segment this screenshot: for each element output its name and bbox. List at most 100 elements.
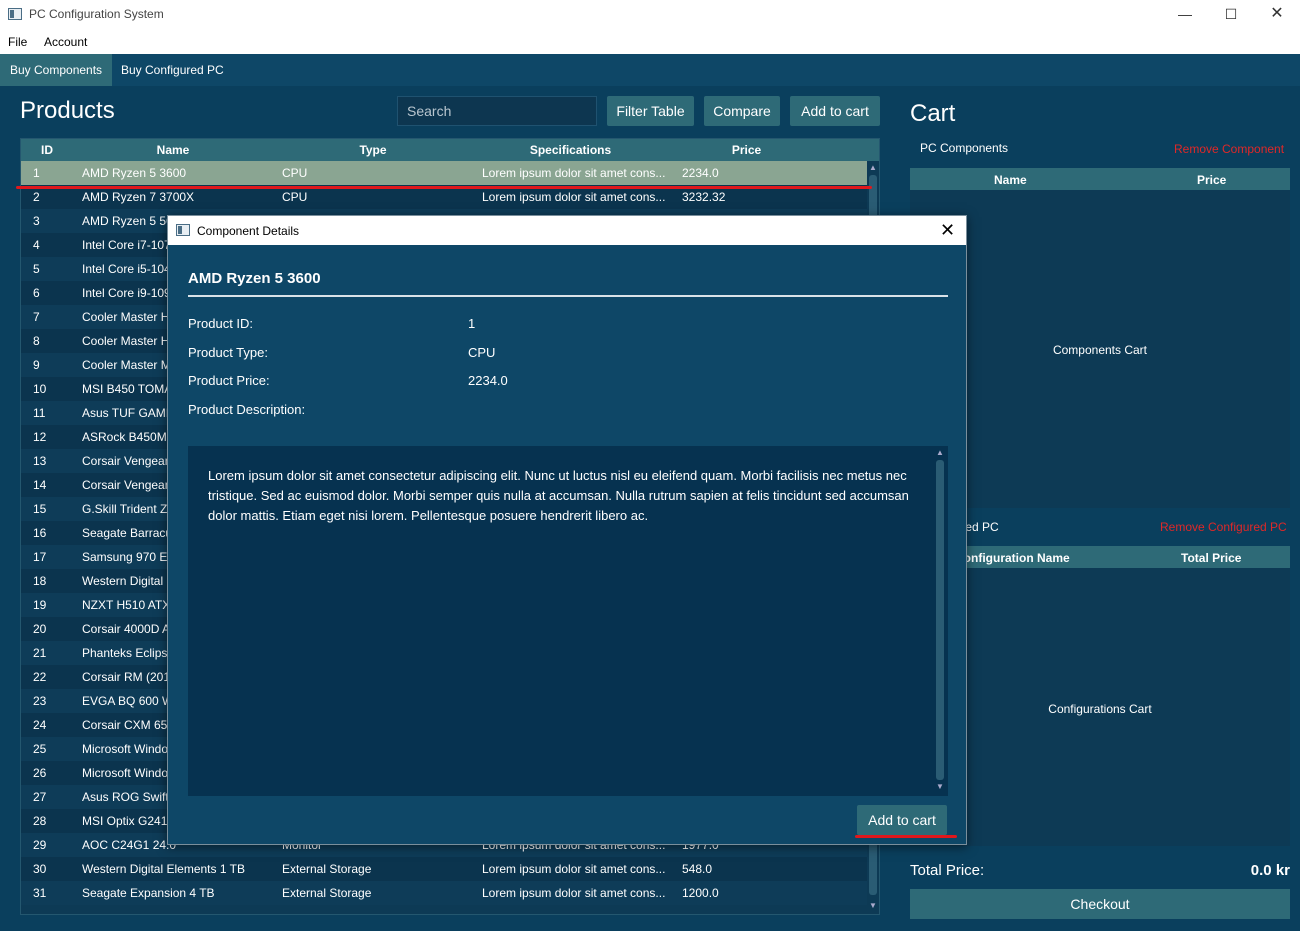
products-heading: Products	[20, 97, 115, 124]
cell-name: Western Digital Elements 1 TB	[82, 862, 245, 876]
product-type-label: Product Type:	[188, 345, 268, 360]
selection-highlight-line	[16, 186, 872, 189]
cell-id: 14	[33, 478, 47, 492]
cell-id: 8	[33, 334, 40, 348]
cell-price: 2234.0	[682, 166, 719, 180]
col-type[interactable]: Type	[273, 143, 473, 157]
cell-id: 28	[33, 814, 47, 828]
product-price-value: 2234.0	[468, 373, 508, 388]
cell-spec: Lorem ipsum dolor sit amet cons...	[482, 886, 666, 900]
cell-price: 1200.0	[682, 886, 719, 900]
product-type-value: CPU	[468, 345, 496, 360]
col-id[interactable]: ID	[21, 143, 73, 157]
remove-component-button[interactable]: Remove Component	[1174, 142, 1284, 156]
cell-id: 10	[33, 382, 47, 396]
product-price-label: Product Price:	[188, 373, 270, 388]
product-description-text: Lorem ipsum dolor sit amet consectetur a…	[208, 468, 909, 523]
search-input[interactable]: Search	[397, 96, 597, 126]
cell-id: 31	[33, 886, 47, 900]
product-description-box[interactable]: Lorem ipsum dolor sit amet consectetur a…	[188, 446, 948, 796]
cell-id: 11	[33, 406, 46, 420]
cell-id: 9	[33, 358, 40, 372]
cell-type: CPU	[282, 190, 308, 204]
cell-id: 3	[33, 214, 40, 228]
cart-heading: Cart	[910, 100, 956, 127]
window-title: PC Configuration System	[29, 7, 164, 21]
cell-id: 15	[33, 502, 47, 516]
close-icon[interactable]: ✕	[1254, 0, 1300, 30]
configurations-cart-header: Configuration Name Total Price	[910, 546, 1290, 568]
window-titlebar: PC Configuration System — ☐ ✕	[0, 0, 1300, 30]
minimize-icon[interactable]: —	[1162, 0, 1208, 30]
cell-type: External Storage	[282, 862, 372, 876]
table-header: ID Name Type Specifications Price	[21, 139, 879, 161]
configurations-cart-placeholder: Configurations Cart	[1048, 702, 1152, 716]
checkout-button[interactable]: Checkout	[910, 889, 1290, 919]
cell-id: 27	[33, 790, 47, 804]
compare-button[interactable]: Compare	[704, 96, 780, 126]
dialog-app-icon	[176, 224, 190, 236]
configurations-cart-table: Configuration Name Total Price Configura…	[910, 546, 1290, 846]
dialog-title: Component Details	[197, 224, 300, 238]
col-name[interactable]: Name	[73, 143, 273, 157]
cell-id: 7	[33, 310, 40, 324]
cell-id: 29	[33, 838, 47, 852]
components-cart-placeholder: Components Cart	[1052, 343, 1148, 357]
tab-buy-configured-pc[interactable]: Buy Configured PC	[111, 54, 234, 86]
table-row[interactable]: 1 AMD Ryzen 5 3600 CPU Lorem ipsum dolor si…	[21, 161, 867, 185]
product-id-value: 1	[468, 316, 476, 331]
cell-id: 18	[33, 574, 47, 588]
col-specifications[interactable]: Specifications	[473, 143, 668, 157]
product-id-label: Product ID:	[188, 316, 254, 331]
cell-spec: Lorem ipsum dolor sit amet cons...	[482, 862, 666, 876]
cell-id: 2	[33, 190, 40, 204]
table-row[interactable]: 30 Western Digital Elements 1 TB External …	[21, 857, 867, 881]
cart-col-configuration-name[interactable]: Configuration Name	[955, 551, 1070, 565]
dialog-divider	[188, 295, 948, 297]
add-to-cart-highlight-line	[855, 835, 957, 838]
cell-id: 25	[33, 742, 47, 756]
filter-table-button[interactable]: Filter Table	[607, 96, 694, 126]
menu-account[interactable]: Account	[44, 35, 87, 49]
dialog-product-heading: AMD Ryzen 5 3600	[188, 270, 321, 287]
remove-configured-pc-button[interactable]: Remove Configured PC	[1160, 520, 1287, 534]
cell-spec: Lorem ipsum dolor sit amet cons...	[482, 166, 666, 180]
component-details-dialog: Component Details ✕ AMD Ryzen 5 3600 Pro…	[167, 215, 967, 845]
cell-id: 17	[33, 550, 47, 564]
pc-components-label: PC Components	[920, 141, 1009, 155]
cell-type: CPU	[282, 166, 308, 180]
cart-col-total-price[interactable]: Total Price	[1181, 551, 1241, 565]
col-price[interactable]: Price	[668, 143, 825, 157]
tab-bar: Buy Components Buy Configured PC	[0, 54, 1300, 86]
cell-type: External Storage	[282, 886, 372, 900]
cell-price: 3232.32	[682, 190, 726, 204]
cell-name: Seagate Expansion 4 TB	[82, 886, 215, 900]
dialog-add-to-cart-button[interactable]: Add to cart	[857, 805, 947, 835]
cell-name: AMD Ryzen 7 3700X	[82, 190, 195, 204]
table-row[interactable]: 31 Seagate Expansion 4 TB External Storage…	[21, 881, 867, 905]
cell-id: 23	[33, 694, 47, 708]
cell-id: 5	[33, 262, 40, 276]
tab-buy-components[interactable]: Buy Components	[0, 54, 113, 86]
dialog-close-icon[interactable]: ✕	[940, 220, 955, 241]
menu-file[interactable]: File	[8, 35, 27, 49]
cell-id: 13	[33, 454, 47, 468]
total-price-label: Total Price:	[910, 862, 985, 879]
cart-col-price[interactable]: Price	[1197, 173, 1226, 187]
cell-id: 26	[33, 766, 47, 780]
cell-spec: Lorem ipsum dolor sit amet cons...	[482, 190, 666, 204]
add-to-cart-button[interactable]: Add to cart	[790, 96, 880, 126]
cell-id: 1	[33, 166, 40, 180]
maximize-icon[interactable]: ☐	[1208, 0, 1254, 30]
cell-id: 19	[33, 598, 47, 612]
app-icon	[8, 8, 22, 20]
product-description-label: Product Description:	[188, 402, 306, 417]
dialog-titlebar: Component Details ✕	[168, 216, 966, 245]
cell-id: 4	[33, 238, 40, 252]
cart-col-name[interactable]: Name	[994, 173, 1027, 187]
components-cart-header: Name Price	[910, 168, 1290, 190]
description-scrollbar[interactable]: ▲ ▼	[934, 446, 946, 796]
cell-id: 16	[33, 526, 47, 540]
total-price-value: 0.0 kr	[1250, 862, 1290, 879]
cell-price: 548.0	[682, 862, 713, 876]
